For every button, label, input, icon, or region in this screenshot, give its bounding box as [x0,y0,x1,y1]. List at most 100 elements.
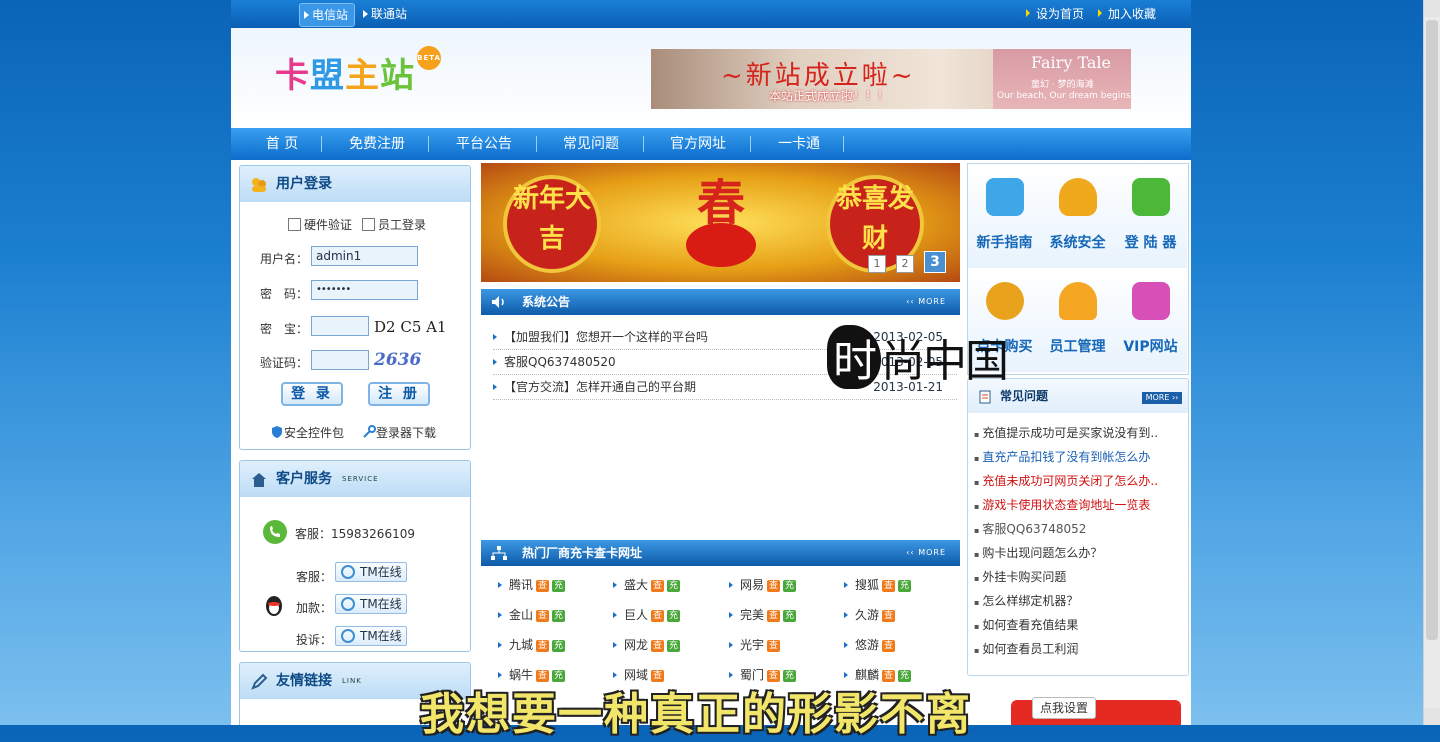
query-tag[interactable]: 查 [536,580,550,592]
announcement-text: 【官方交流】怎样开通自己的平台期 [504,380,697,394]
faq-item[interactable]: 直充产品扣钱了没有到帐怎么办 [974,448,1150,466]
box-icon [1132,178,1170,216]
quick-login-tool[interactable]: 登 陆 器 [1114,164,1187,269]
faq-item[interactable]: 外挂卡购买问题 [974,568,1066,586]
vendor-more-link[interactable]: ‹‹ MORE [906,548,946,557]
vendor-item[interactable]: 久游查 [844,605,896,625]
settings-button[interactable]: 点我设置 [1032,697,1096,719]
recharge-tag[interactable]: 充 [783,610,797,622]
scrollbar[interactable] [1423,0,1440,725]
recharge-tag[interactable]: 充 [667,610,681,622]
quick-newbie-guide[interactable]: 新手指南 [968,164,1042,269]
slider-dot-1[interactable]: 1 [868,255,886,273]
nav-official-site[interactable]: 官方网址 [660,128,736,160]
logo-char: 盟 [310,56,345,96]
station-label: 电信站 [312,8,349,22]
announcement-more-link[interactable]: ‹‹ MORE [906,297,946,306]
pen-icon [251,673,268,690]
recharge-tag[interactable]: 充 [898,580,912,592]
set-homepage-link[interactable]: 设为首页 [1024,0,1084,28]
vendor-item[interactable]: 巨人查充 [613,605,681,625]
nav-home[interactable]: 首 页 [247,128,317,160]
faq-item[interactable]: 客服QQ63748052 [974,520,1086,538]
hardware-verify-checkbox[interactable]: 硬件验证 [288,216,352,233]
station-telecom-button[interactable]: 电信站 [299,3,356,27]
quick-staff-manage[interactable]: 员工管理 [1041,268,1115,372]
vendor-name: 金山 [509,608,534,622]
hardware-verify-label: 硬件验证 [304,218,353,232]
password-input[interactable]: ••••••• [311,280,418,300]
query-tag[interactable]: 查 [536,640,550,652]
faq-item[interactable]: 如何查看充值结果 [974,616,1078,634]
header-banner[interactable]: ~新站成立啦~ 本站正式成立啦！！！ Fairy Tale 童幻 · 梦的海滩 … [651,49,1131,109]
add-favorite-link[interactable]: 加入收藏 [1096,0,1156,28]
scroll-up-button[interactable] [1424,0,1440,17]
query-tag[interactable]: 查 [651,610,665,622]
recharge-tag[interactable]: 充 [552,610,566,622]
station-unicom-button[interactable]: 联通站 [359,3,413,25]
query-tag[interactable]: 查 [767,640,781,652]
captcha-image[interactable]: 2636 [374,350,421,370]
nav-divider [643,136,644,152]
tm-online-button[interactable]: TM在线 [335,562,407,582]
tm-online-button[interactable]: TM在线 [335,626,407,646]
recharge-tag[interactable]: 充 [783,580,797,592]
nav-announcement[interactable]: 平台公告 [446,128,522,160]
scroll-thumb[interactable] [1426,20,1438,640]
recharge-tag[interactable]: 充 [552,580,566,592]
query-tag[interactable]: 查 [651,640,665,652]
service-title: 客户服务 [276,471,332,487]
vendor-item[interactable]: 搜狐查充 [844,575,912,595]
vendor-item[interactable]: 悠游查 [844,635,896,655]
vendor-item[interactable]: 金山查充 [498,605,566,625]
query-tag[interactable]: 查 [536,610,550,622]
staff-login-checkbox[interactable]: 员工登录 [362,216,426,233]
faq-item[interactable]: 如何查看员工利润 [974,640,1078,658]
register-button[interactable]: 注 册 [368,382,430,406]
vendor-item[interactable]: 腾讯查充 [498,575,566,595]
captcha-input[interactable] [311,350,369,370]
query-tag[interactable]: 查 [767,580,781,592]
query-tag[interactable]: 查 [767,610,781,622]
recharge-tag[interactable]: 充 [667,580,681,592]
login-button[interactable]: 登 录 [281,382,343,406]
vendor-item[interactable]: 光宇查 [729,635,781,655]
query-tag[interactable]: 查 [651,580,665,592]
quick-vip-site[interactable]: VIP网站 [1114,268,1187,372]
recharge-tag[interactable]: 充 [552,640,566,652]
promo-slider[interactable]: 新年大吉 春 恭喜发财 1 2 3 [481,163,960,282]
site-logo[interactable]: 卡盟主站 BETA [275,46,441,97]
vendor-name: 完美 [740,608,765,622]
vendor-item[interactable]: 网易查充 [729,575,797,595]
arrow-icon [493,359,497,365]
security-pack-link[interactable]: 安全控件包 [270,424,344,441]
quick-system-security[interactable]: 系统安全 [1041,164,1115,269]
scroll-down-button[interactable] [1424,708,1440,725]
nav-register[interactable]: 免费注册 [339,128,415,160]
username-input[interactable]: admin1 [311,246,418,266]
slider-dot-2[interactable]: 2 [896,255,914,273]
vendor-item[interactable]: 网龙查充 [613,635,681,655]
faq-item[interactable]: 怎么样绑定机器？ [974,592,1078,610]
vendor-item[interactable]: 盛大查充 [613,575,681,595]
faq-item[interactable]: 游戏卡使用状态查询地址一览表 [974,496,1150,514]
query-tag[interactable]: 查 [882,610,896,622]
vendor-header: 热门厂商充卡查卡网址 ‹‹ MORE [481,540,960,566]
faq-more-link[interactable]: MORE ›› [1142,392,1182,404]
tm-online-button[interactable]: TM在线 [335,594,407,614]
query-tag[interactable]: 查 [882,640,896,652]
recharge-tag[interactable]: 充 [667,640,681,652]
slider-dot-3[interactable]: 3 [924,251,946,273]
query-tag[interactable]: 查 [882,580,896,592]
faq-item[interactable]: 充值提示成功可是买家说没有到.. [974,424,1158,442]
network-icon [491,546,507,560]
watermark-ink: 时 [827,325,881,389]
faq-item[interactable]: 充值未成功可网页关闭了怎么办.. [974,472,1158,490]
nav-faq[interactable]: 常见问题 [553,128,629,160]
mibao-input[interactable] [311,316,369,336]
nav-one-card[interactable]: 一卡通 [767,128,831,160]
vendor-item[interactable]: 完美查充 [729,605,797,625]
vendor-item[interactable]: 九城查充 [498,635,566,655]
faq-item[interactable]: 购卡出现问题怎么办？ [974,544,1102,562]
login-download-link[interactable]: 登录器下载 [362,424,436,441]
